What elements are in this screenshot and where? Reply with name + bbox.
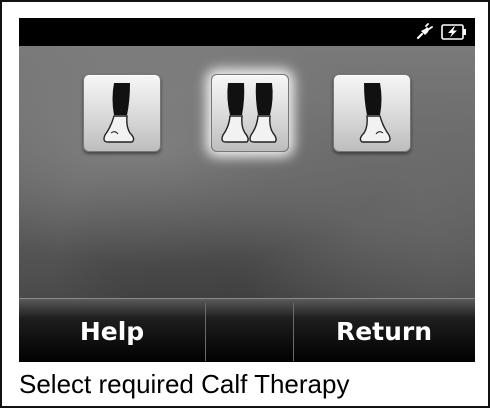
status-bar [19,18,475,46]
left-calf-button[interactable] [83,74,161,152]
plug-icon [416,23,433,40]
left-calf-icon [103,83,135,143]
device-screen: Help Return [19,18,475,362]
caption-text: Select required Calf Therapy [19,369,350,399]
return-button[interactable]: Return [293,299,475,362]
battery-charging-icon [441,24,466,40]
softkey-bar: Help Return [19,298,475,362]
therapy-selection-area [19,46,475,298]
device-frame: Help Return Select required Calf Therapy [0,0,490,408]
right-calf-icon [359,83,391,143]
both-calves-icon [221,83,277,143]
right-calf-button[interactable] [333,74,411,152]
help-button[interactable]: Help [19,299,205,362]
both-calves-button[interactable] [211,74,289,152]
middle-softkey[interactable] [205,299,293,362]
